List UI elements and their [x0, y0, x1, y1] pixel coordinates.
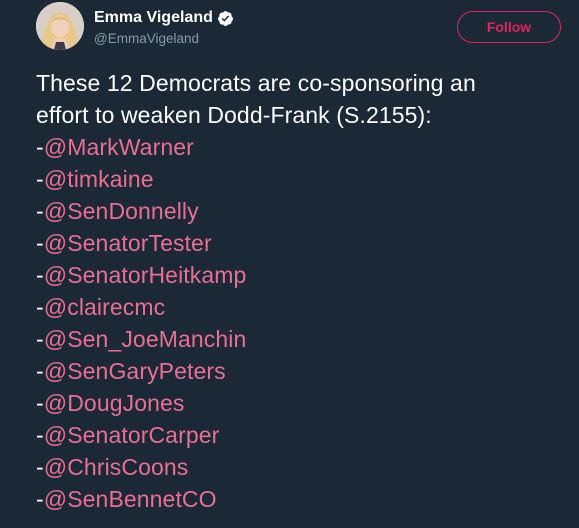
mention-link-senbennetco[interactable]: @SenBennetCO	[44, 486, 217, 512]
tweet-text-line: effort to weaken Dodd-Frank (S.2155):	[36, 102, 432, 128]
mention-row: -@SenBennetCO	[36, 483, 576, 515]
list-dash: -	[36, 230, 44, 256]
mention-row: -@SenDonnelly	[36, 195, 576, 227]
mention-row: -@SenatorCarper	[36, 419, 576, 451]
mention-link-clairecmc[interactable]: @clairecmc	[44, 294, 165, 320]
list-dash: -	[36, 422, 44, 448]
mention-link-sengarypeters[interactable]: @SenGaryPeters	[44, 358, 226, 384]
user-names: Emma Vigeland @EmmaVigeland	[94, 7, 234, 48]
mention-link-markwarner[interactable]: @MarkWarner	[44, 134, 194, 160]
list-dash: -	[36, 454, 44, 480]
mention-link-chriscoons[interactable]: @ChrisCoons	[44, 454, 189, 480]
mention-link-senatorcarper[interactable]: @SenatorCarper	[44, 422, 220, 448]
avatar-photo	[36, 2, 84, 50]
mention-row: -@SenatorTester	[36, 227, 576, 259]
follow-button[interactable]: Follow	[457, 11, 561, 43]
list-dash: -	[36, 326, 44, 352]
verified-badge-icon	[217, 10, 234, 27]
mention-link-senatorheitkamp[interactable]: @SenatorHeitkamp	[44, 262, 247, 288]
list-dash: -	[36, 134, 44, 160]
mention-row: -@timkaine	[36, 163, 576, 195]
mention-row: -@clairecmc	[36, 291, 576, 323]
list-dash: -	[36, 262, 44, 288]
mention-row: -@ChrisCoons	[36, 451, 576, 483]
mention-link-sen-joemanchin[interactable]: @Sen_JoeManchin	[44, 326, 247, 352]
avatar[interactable]	[36, 2, 84, 50]
tweet-text-line: These 12 Democrats are co-sponsoring an	[36, 70, 476, 96]
tweet-text: These 12 Democrats are co-sponsoring an …	[36, 67, 576, 515]
display-name-row: Emma Vigeland	[94, 7, 234, 29]
tweet-header: Emma Vigeland @EmmaVigeland Follow	[36, 2, 566, 54]
user-handle[interactable]: @EmmaVigeland	[94, 30, 234, 48]
mention-row: -@SenatorHeitkamp	[36, 259, 576, 291]
tweet-card: Emma Vigeland @EmmaVigeland Follow These…	[0, 0, 579, 528]
list-dash: -	[36, 390, 44, 416]
list-dash: -	[36, 294, 44, 320]
mention-row: -@SenGaryPeters	[36, 355, 576, 387]
list-dash: -	[36, 198, 44, 224]
mention-link-senatortester[interactable]: @SenatorTester	[44, 230, 212, 256]
list-dash: -	[36, 486, 44, 512]
mention-link-timkaine[interactable]: @timkaine	[44, 166, 154, 192]
mention-row: -@DougJones	[36, 387, 576, 419]
mention-row: -@Sen_JoeManchin	[36, 323, 576, 355]
list-dash: -	[36, 166, 44, 192]
mention-link-sendonnelly[interactable]: @SenDonnelly	[44, 198, 199, 224]
mention-row: -@MarkWarner	[36, 131, 576, 163]
display-name[interactable]: Emma Vigeland	[94, 7, 213, 29]
list-dash: -	[36, 358, 44, 384]
mention-link-dougjones[interactable]: @DougJones	[44, 390, 185, 416]
